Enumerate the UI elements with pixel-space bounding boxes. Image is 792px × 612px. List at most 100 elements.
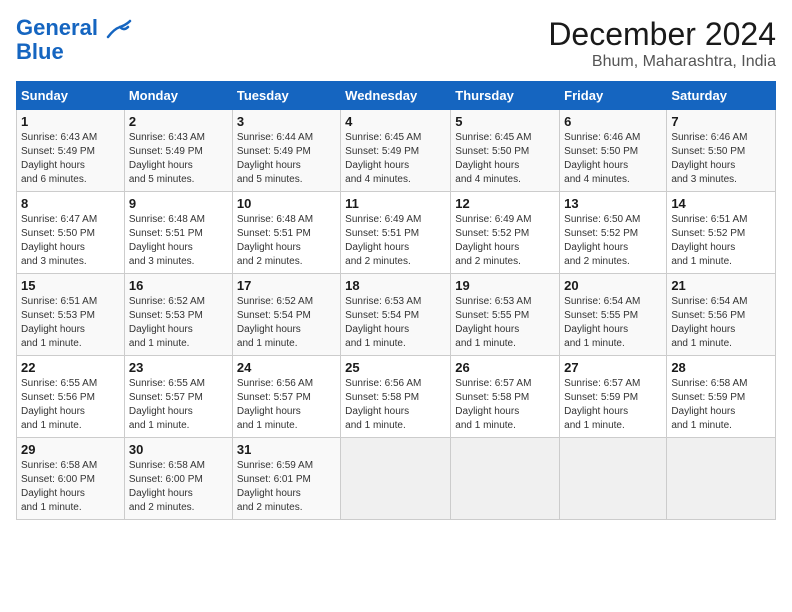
day-info: Sunrise: 6:48 AMSunset: 5:51 PMDaylight … bbox=[129, 213, 228, 269]
day-number: 21 bbox=[671, 278, 771, 293]
day-number: 23 bbox=[129, 360, 228, 375]
day-number: 9 bbox=[129, 196, 228, 211]
table-row: 29 Sunrise: 6:58 AMSunset: 6:00 PMDaylig… bbox=[17, 438, 125, 520]
day-info: Sunrise: 6:56 AMSunset: 5:58 PMDaylight … bbox=[345, 377, 446, 433]
col-monday: Monday bbox=[124, 82, 232, 110]
table-row: 12 Sunrise: 6:49 AMSunset: 5:52 PMDaylig… bbox=[451, 192, 560, 274]
table-row: 30 Sunrise: 6:58 AMSunset: 6:00 PMDaylig… bbox=[124, 438, 232, 520]
day-info: Sunrise: 6:55 AMSunset: 5:57 PMDaylight … bbox=[129, 377, 228, 433]
day-number: 11 bbox=[345, 196, 446, 211]
day-info: Sunrise: 6:45 AMSunset: 5:50 PMDaylight … bbox=[455, 131, 555, 187]
logo-bird-icon bbox=[106, 19, 132, 39]
calendar-header-row: Sunday Monday Tuesday Wednesday Thursday… bbox=[17, 82, 776, 110]
day-number: 5 bbox=[455, 114, 555, 129]
day-info: Sunrise: 6:48 AMSunset: 5:51 PMDaylight … bbox=[237, 213, 336, 269]
table-row: 5 Sunrise: 6:45 AMSunset: 5:50 PMDayligh… bbox=[451, 110, 560, 192]
table-row: 24 Sunrise: 6:56 AMSunset: 5:57 PMDaylig… bbox=[232, 356, 340, 438]
day-info: Sunrise: 6:47 AMSunset: 5:50 PMDaylight … bbox=[21, 213, 120, 269]
day-number: 7 bbox=[671, 114, 771, 129]
table-row: 9 Sunrise: 6:48 AMSunset: 5:51 PMDayligh… bbox=[124, 192, 232, 274]
table-row: 20 Sunrise: 6:54 AMSunset: 5:55 PMDaylig… bbox=[560, 274, 667, 356]
day-number: 22 bbox=[21, 360, 120, 375]
day-info: Sunrise: 6:49 AMSunset: 5:52 PMDaylight … bbox=[455, 213, 555, 269]
page-subtitle: Bhum, Maharashtra, India bbox=[548, 53, 776, 71]
calendar-table: Sunday Monday Tuesday Wednesday Thursday… bbox=[16, 81, 776, 520]
table-row: 7 Sunrise: 6:46 AMSunset: 5:50 PMDayligh… bbox=[667, 110, 776, 192]
day-number: 17 bbox=[237, 278, 336, 293]
table-row: 10 Sunrise: 6:48 AMSunset: 5:51 PMDaylig… bbox=[232, 192, 340, 274]
table-row: 31 Sunrise: 6:59 AMSunset: 6:01 PMDaylig… bbox=[232, 438, 340, 520]
day-info: Sunrise: 6:55 AMSunset: 5:56 PMDaylight … bbox=[21, 377, 120, 433]
day-info: Sunrise: 6:45 AMSunset: 5:49 PMDaylight … bbox=[345, 131, 446, 187]
day-number: 1 bbox=[21, 114, 120, 129]
day-number: 6 bbox=[564, 114, 662, 129]
col-tuesday: Tuesday bbox=[232, 82, 340, 110]
logo-blue: Blue bbox=[16, 40, 134, 64]
table-row: 21 Sunrise: 6:54 AMSunset: 5:56 PMDaylig… bbox=[667, 274, 776, 356]
calendar-week-row: 8 Sunrise: 6:47 AMSunset: 5:50 PMDayligh… bbox=[17, 192, 776, 274]
col-saturday: Saturday bbox=[667, 82, 776, 110]
day-number: 14 bbox=[671, 196, 771, 211]
day-number: 16 bbox=[129, 278, 228, 293]
table-row: 16 Sunrise: 6:52 AMSunset: 5:53 PMDaylig… bbox=[124, 274, 232, 356]
table-row: 28 Sunrise: 6:58 AMSunset: 5:59 PMDaylig… bbox=[667, 356, 776, 438]
table-row bbox=[667, 438, 776, 520]
day-number: 31 bbox=[237, 442, 336, 457]
day-number: 2 bbox=[129, 114, 228, 129]
col-thursday: Thursday bbox=[451, 82, 560, 110]
day-number: 15 bbox=[21, 278, 120, 293]
day-info: Sunrise: 6:54 AMSunset: 5:55 PMDaylight … bbox=[564, 295, 662, 351]
day-info: Sunrise: 6:43 AMSunset: 5:49 PMDaylight … bbox=[129, 131, 228, 187]
table-row: 17 Sunrise: 6:52 AMSunset: 5:54 PMDaylig… bbox=[232, 274, 340, 356]
day-info: Sunrise: 6:50 AMSunset: 5:52 PMDaylight … bbox=[564, 213, 662, 269]
table-row: 13 Sunrise: 6:50 AMSunset: 5:52 PMDaylig… bbox=[560, 192, 667, 274]
calendar-week-row: 15 Sunrise: 6:51 AMSunset: 5:53 PMDaylig… bbox=[17, 274, 776, 356]
day-number: 3 bbox=[237, 114, 336, 129]
day-number: 10 bbox=[237, 196, 336, 211]
day-number: 27 bbox=[564, 360, 662, 375]
table-row: 2 Sunrise: 6:43 AMSunset: 5:49 PMDayligh… bbox=[124, 110, 232, 192]
table-row bbox=[451, 438, 560, 520]
table-row bbox=[560, 438, 667, 520]
day-number: 24 bbox=[237, 360, 336, 375]
day-number: 4 bbox=[345, 114, 446, 129]
table-row: 26 Sunrise: 6:57 AMSunset: 5:58 PMDaylig… bbox=[451, 356, 560, 438]
day-number: 20 bbox=[564, 278, 662, 293]
table-row: 6 Sunrise: 6:46 AMSunset: 5:50 PMDayligh… bbox=[560, 110, 667, 192]
day-number: 13 bbox=[564, 196, 662, 211]
logo-general: General bbox=[16, 15, 98, 40]
table-row: 27 Sunrise: 6:57 AMSunset: 5:59 PMDaylig… bbox=[560, 356, 667, 438]
table-row: 18 Sunrise: 6:53 AMSunset: 5:54 PMDaylig… bbox=[341, 274, 451, 356]
table-row: 23 Sunrise: 6:55 AMSunset: 5:57 PMDaylig… bbox=[124, 356, 232, 438]
title-area: December 2024 Bhum, Maharashtra, India bbox=[548, 16, 776, 71]
table-row: 4 Sunrise: 6:45 AMSunset: 5:49 PMDayligh… bbox=[341, 110, 451, 192]
day-info: Sunrise: 6:51 AMSunset: 5:52 PMDaylight … bbox=[671, 213, 771, 269]
day-info: Sunrise: 6:51 AMSunset: 5:53 PMDaylight … bbox=[21, 295, 120, 351]
table-row bbox=[341, 438, 451, 520]
day-info: Sunrise: 6:58 AMSunset: 6:00 PMDaylight … bbox=[21, 459, 120, 515]
day-info: Sunrise: 6:43 AMSunset: 5:49 PMDaylight … bbox=[21, 131, 120, 187]
day-info: Sunrise: 6:54 AMSunset: 5:56 PMDaylight … bbox=[671, 295, 771, 351]
day-info: Sunrise: 6:52 AMSunset: 5:54 PMDaylight … bbox=[237, 295, 336, 351]
day-number: 18 bbox=[345, 278, 446, 293]
day-info: Sunrise: 6:57 AMSunset: 5:59 PMDaylight … bbox=[564, 377, 662, 433]
day-number: 25 bbox=[345, 360, 446, 375]
col-friday: Friday bbox=[560, 82, 667, 110]
day-info: Sunrise: 6:57 AMSunset: 5:58 PMDaylight … bbox=[455, 377, 555, 433]
day-number: 28 bbox=[671, 360, 771, 375]
day-number: 19 bbox=[455, 278, 555, 293]
table-row: 3 Sunrise: 6:44 AMSunset: 5:49 PMDayligh… bbox=[232, 110, 340, 192]
day-info: Sunrise: 6:53 AMSunset: 5:54 PMDaylight … bbox=[345, 295, 446, 351]
calendar-week-row: 29 Sunrise: 6:58 AMSunset: 6:00 PMDaylig… bbox=[17, 438, 776, 520]
day-info: Sunrise: 6:49 AMSunset: 5:51 PMDaylight … bbox=[345, 213, 446, 269]
table-row: 14 Sunrise: 6:51 AMSunset: 5:52 PMDaylig… bbox=[667, 192, 776, 274]
table-row: 19 Sunrise: 6:53 AMSunset: 5:55 PMDaylig… bbox=[451, 274, 560, 356]
table-row: 1 Sunrise: 6:43 AMSunset: 5:49 PMDayligh… bbox=[17, 110, 125, 192]
calendar-week-row: 1 Sunrise: 6:43 AMSunset: 5:49 PMDayligh… bbox=[17, 110, 776, 192]
day-info: Sunrise: 6:58 AMSunset: 6:00 PMDaylight … bbox=[129, 459, 228, 515]
table-row: 8 Sunrise: 6:47 AMSunset: 5:50 PMDayligh… bbox=[17, 192, 125, 274]
table-row: 11 Sunrise: 6:49 AMSunset: 5:51 PMDaylig… bbox=[341, 192, 451, 274]
col-wednesday: Wednesday bbox=[341, 82, 451, 110]
day-number: 30 bbox=[129, 442, 228, 457]
day-info: Sunrise: 6:53 AMSunset: 5:55 PMDaylight … bbox=[455, 295, 555, 351]
